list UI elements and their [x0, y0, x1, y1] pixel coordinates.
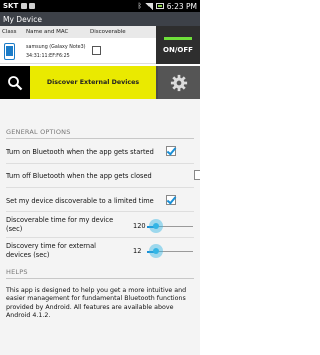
- option-divider: [6, 211, 194, 212]
- discoverable-time-label-line2: (sec): [6, 224, 23, 233]
- settings-button[interactable]: [158, 66, 200, 99]
- phone-icon: [4, 43, 15, 60]
- status-bar: SKT ᛒ 6:23 PM: [0, 0, 200, 12]
- notification-icons: [21, 3, 36, 9]
- signal-icon: [144, 2, 153, 10]
- device-mac: 34:31:11:EF:F6:25: [26, 54, 70, 59]
- search-button[interactable]: [0, 66, 30, 99]
- status-right: ᛒ 6:23 PM: [138, 2, 197, 11]
- battery-icon: [155, 3, 164, 9]
- carrier-label: SKT: [3, 2, 19, 10]
- app-title-bar: My Device: [0, 12, 200, 26]
- discovery-time-label-line1: Discovery time for external: [6, 242, 96, 250]
- option-divider: [6, 237, 194, 238]
- help-text: This app is designed to help you get a m…: [6, 287, 187, 320]
- turn-on-checkbox[interactable]: [166, 146, 176, 156]
- device-row: samsung (Galaxy Note3) 34:31:11:EF:F6:25: [0, 38, 156, 64]
- page-title: My Device: [3, 14, 42, 24]
- device-table-header: Class Name and MAC Discoverable: [0, 26, 156, 38]
- search-icon: [8, 75, 23, 90]
- header-discoverable: Discoverable: [90, 29, 126, 35]
- discoverable-time-label: Discoverable time for my device (sec): [6, 216, 113, 233]
- section-divider: [6, 278, 194, 279]
- header-class: Class: [2, 29, 17, 35]
- option-divider: [6, 187, 194, 188]
- discover-toolbar: Discover External Devices: [0, 66, 200, 99]
- gear-icon: [170, 74, 188, 91]
- general-options-header: GENERAL OPTIONS: [6, 128, 71, 136]
- discovery-time-label-line2: devices (sec): [6, 250, 50, 259]
- section-divider: [6, 138, 194, 139]
- discoverable-time-label-line1: Discoverable time for my device: [6, 216, 114, 224]
- header-name-mac: Name and MAC: [26, 29, 69, 35]
- turn-off-checkbox[interactable]: [194, 170, 200, 180]
- discoverable-checkbox[interactable]: [92, 46, 101, 55]
- power-led-indicator: [164, 36, 192, 40]
- discoverable-limit-checkbox[interactable]: [166, 195, 176, 205]
- option-discoverable-label: Set my device discoverable to a limited …: [6, 197, 154, 205]
- helps-header: HELPS: [6, 268, 28, 276]
- clock: 6:23 PM: [166, 1, 197, 11]
- discovery-time-label: Discovery time for external devices (sec…: [6, 242, 96, 259]
- option-divider: [6, 163, 194, 164]
- option-turn-off-label: Turn off Bluetooth when the app gets clo…: [6, 172, 152, 180]
- discovery-time-value: 12: [133, 247, 142, 255]
- discover-devices-button[interactable]: Discover External Devices: [30, 66, 156, 99]
- discoverable-time-value: 120: [133, 222, 146, 230]
- option-turn-on-label: Turn on Bluetooth when the app gets star…: [6, 148, 154, 156]
- bluetooth-toggle-button[interactable]: ON/OFF: [156, 26, 200, 64]
- discover-label: Discover External Devices: [46, 79, 140, 86]
- device-name: samsung (Galaxy Note3): [26, 45, 86, 50]
- bluetooth-status-icon: ᛒ: [137, 2, 142, 10]
- device-info: samsung (Galaxy Note3) 34:31:11:EF:F6:25: [26, 43, 86, 61]
- toggle-label: ON/OFF: [163, 45, 193, 54]
